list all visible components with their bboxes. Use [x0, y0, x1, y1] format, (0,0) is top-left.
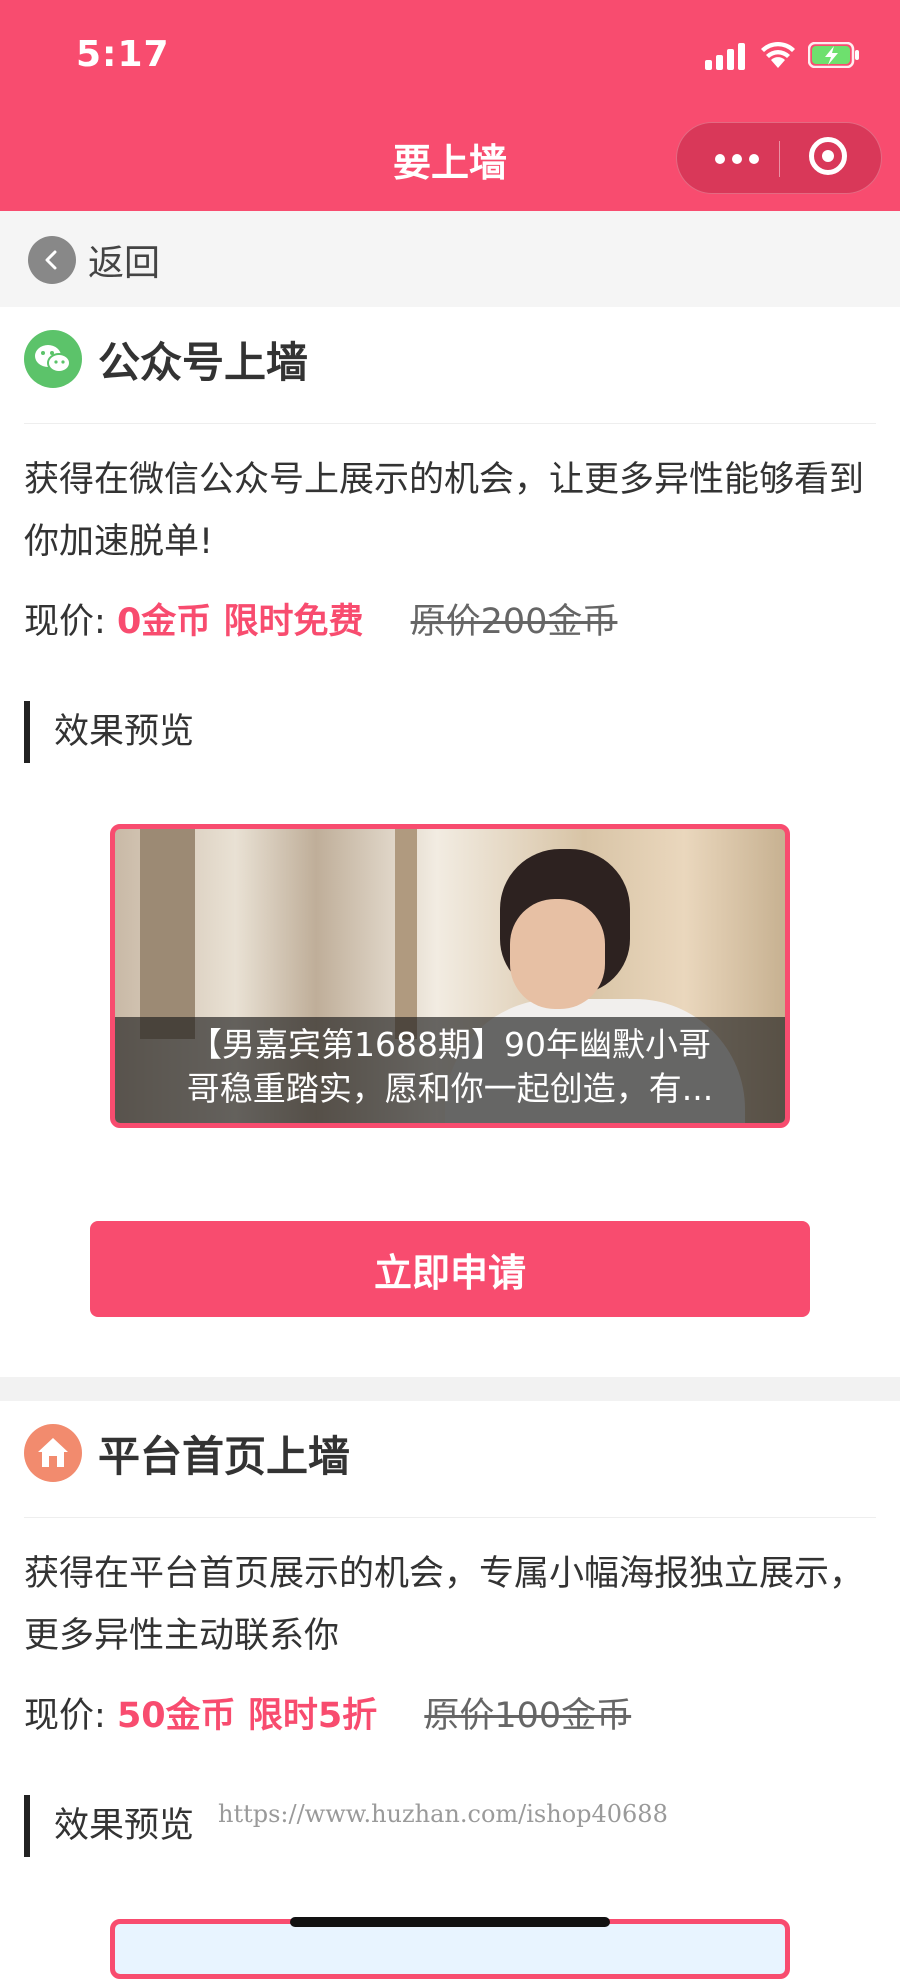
back-bar: 返回 — [0, 211, 900, 307]
preview-caption: 【男嘉宾第1688期】90年幽默小哥 哥稳重踏实，愿和你一起创造，有... — [115, 1017, 785, 1123]
card-title: 平台首页上墙 — [98, 1431, 351, 1481]
preview-image: 【男嘉宾第1688期】90年幽默小哥 哥稳重踏实，愿和你一起创造，有... — [110, 824, 790, 1128]
preview-section-label: 效果预览 — [24, 701, 194, 763]
price-label: 现价: — [24, 602, 106, 642]
card-description: 获得在平台首页展示的机会，专属小幅海报独立展示，更多异性主动联系你 — [24, 1554, 865, 1656]
wechat-icon — [24, 330, 82, 388]
caption-line: 哥稳重踏实，愿和你一起创造，有... — [186, 1069, 714, 1108]
price-row: 现价: 0金币 限时免费 原价200金币 — [24, 593, 617, 644]
price-label: 现价: — [24, 1696, 106, 1736]
top-bar: 5:17 要上墙 — [0, 0, 900, 211]
battery-charging-icon — [808, 42, 859, 68]
home-indicator — [290, 1917, 610, 1927]
section-gap — [0, 1377, 900, 1401]
cellular-signal-icon — [705, 42, 749, 70]
close-miniprogram-button[interactable] — [809, 137, 847, 175]
photo-person — [510, 899, 605, 1009]
card-description: 获得在微信公众号上展示的机会，让更多异性能够看到你加速脱单! — [24, 460, 865, 562]
home-icon — [24, 1424, 82, 1482]
card-header: 公众号上墙 — [24, 329, 308, 389]
wifi-icon — [761, 41, 795, 68]
more-options-button[interactable] — [707, 140, 767, 176]
back-arrow-icon — [28, 236, 76, 284]
current-price: 50金币 限时5折 — [116, 1696, 378, 1736]
divider — [24, 423, 876, 424]
original-price: 原价100金币 — [424, 1696, 632, 1736]
price-row: 现价: 50金币 限时5折 原价100金币 — [24, 1687, 631, 1738]
original-price: 原价200金币 — [410, 602, 618, 642]
preview-section-label: 效果预览 — [24, 1795, 194, 1857]
capsule-divider — [779, 141, 780, 177]
divider — [24, 1517, 876, 1518]
apply-now-button[interactable]: 立即申请 — [90, 1221, 810, 1317]
back-button[interactable]: 返回 — [28, 235, 160, 285]
status-time: 5:17 — [76, 34, 170, 75]
photo-background — [140, 829, 195, 1039]
caption-line: 【男嘉宾第1688期】90年幽默小哥 — [189, 1025, 711, 1064]
card-homepage-wall: 平台首页上墙 获得在平台首页展示的机会，专属小幅海报独立展示，更多异性主动联系你… — [0, 1401, 900, 1949]
current-price: 0金币 限时免费 — [116, 602, 364, 642]
photo-background — [395, 829, 417, 1039]
card-wechat-wall: 公众号上墙 获得在微信公众号上展示的机会，让更多异性能够看到你加速脱单! 现价:… — [0, 307, 900, 1377]
watermark: https://www.huzhan.com/ishop40688 — [218, 1800, 668, 1828]
preview-image — [110, 1919, 790, 1979]
back-label: 返回 — [88, 243, 161, 284]
card-title: 公众号上墙 — [98, 337, 309, 387]
card-header: 平台首页上墙 — [24, 1423, 350, 1483]
miniprogram-capsule — [676, 122, 882, 194]
